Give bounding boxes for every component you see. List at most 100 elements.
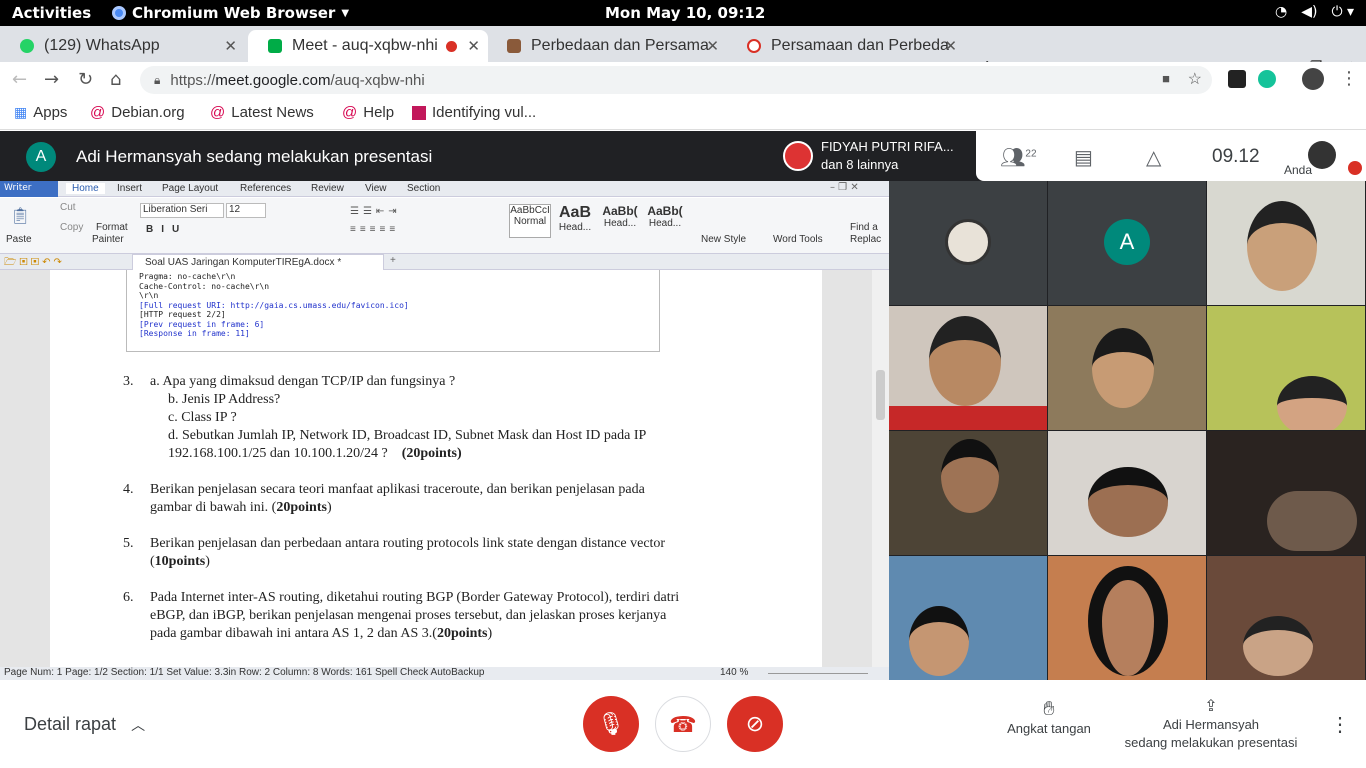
forward-icon[interactable]: → xyxy=(44,69,59,90)
active-speaker[interactable]: FIDYAH PUTRI RIFA... dan 8 lainnya xyxy=(775,131,975,181)
presenting-label-1: Adi Hermansyah xyxy=(1162,717,1260,732)
participant-tile[interactable] xyxy=(1207,181,1365,305)
zoom-slider[interactable] xyxy=(768,673,868,674)
size-select[interactable]: 12 xyxy=(226,203,266,218)
self-avatar xyxy=(1308,141,1336,169)
bookmark-apps[interactable]: ▦ Apps xyxy=(14,104,67,121)
clock[interactable]: Mon May 10, 09:12 xyxy=(605,4,765,22)
zoom-level[interactable]: 140 % xyxy=(720,667,748,678)
url-path: /auq-xqbw-nhi xyxy=(330,71,425,89)
menu-view[interactable]: View xyxy=(365,183,387,194)
address-bar[interactable]: 🔒︎ https://meet.google.com/auq-xqbw-nhi … xyxy=(140,66,1212,94)
url-prefix: https:// xyxy=(170,71,216,89)
participant-tile[interactable] xyxy=(889,181,1047,305)
paste-button[interactable]: Paste xyxy=(6,234,32,245)
home-icon[interactable]: ⌂ xyxy=(110,69,121,90)
style-normal[interactable]: AaBbCcI Normal xyxy=(509,204,551,238)
bookmark-help[interactable]: @ Help xyxy=(342,104,394,121)
format-painter-label-1[interactable]: Format xyxy=(96,222,128,233)
tab-whatsapp[interactable]: (129) WhatsApp ✕ xyxy=(0,30,245,62)
participant-tile[interactable]: A xyxy=(1048,181,1206,305)
participant-tile[interactable] xyxy=(1048,306,1206,430)
close-icon[interactable]: ✕ xyxy=(467,37,480,55)
raise-hand-label: Angkat tangan xyxy=(1007,721,1091,736)
style-heading-3[interactable]: AaBb(Head... xyxy=(644,204,686,238)
participant-tile[interactable] xyxy=(889,556,1047,680)
menu-icon[interactable]: ⋮ xyxy=(1340,68,1358,89)
menu-review[interactable]: Review xyxy=(311,183,344,194)
find-replace-label-1[interactable]: Find a xyxy=(850,222,878,233)
menu-references[interactable]: References xyxy=(240,183,291,194)
participant-tile[interactable] xyxy=(1207,306,1365,430)
word-tools-button[interactable]: Word Tools xyxy=(773,234,823,245)
presenting-button[interactable]: ⇪ Adi Hermansyah sedang melakukan presen… xyxy=(1118,698,1304,752)
close-icon[interactable]: ✕ xyxy=(944,37,957,55)
mic-toggle-button[interactable]: 🎙︎ xyxy=(583,696,639,752)
capture-line: [Prev request in frame: 6] xyxy=(139,319,265,329)
paragraph-tools-icon[interactable]: ☰☰⇤⇥ xyxy=(350,206,401,217)
participant-tile[interactable] xyxy=(1048,431,1206,555)
grammarly-icon[interactable] xyxy=(1258,70,1276,88)
tab-persamaan[interactable]: Persamaan dan Perbeda ✕ xyxy=(727,30,965,62)
close-icon[interactable]: ✕ xyxy=(224,37,237,55)
camera-toggle-button[interactable]: ⊘ xyxy=(727,696,783,752)
meeting-details-button[interactable]: Detail rapat ︿ xyxy=(24,714,145,735)
menu-home[interactable]: Home xyxy=(66,183,105,194)
menu-insert[interactable]: Insert xyxy=(117,183,142,194)
tab-meet[interactable]: Meet - auq-xqbw-nhi ✕ xyxy=(248,30,488,62)
bookmark-debian[interactable]: @ Debian.org xyxy=(90,104,185,121)
profile-avatar[interactable] xyxy=(1302,68,1324,90)
new-style-button[interactable]: New Style xyxy=(701,234,746,245)
participant-face xyxy=(941,439,999,513)
menu-section[interactable]: Section xyxy=(407,183,440,194)
people-icon[interactable]: 👥︎22 xyxy=(1000,145,1037,170)
more-options-icon[interactable]: ⋮ xyxy=(1330,712,1350,737)
camera-off-icon: ⊘ xyxy=(745,711,765,736)
chat-icon[interactable]: ▤ xyxy=(1074,145,1093,170)
camera-icon[interactable]: ■ xyxy=(1162,71,1170,86)
tab-perbedaan[interactable]: Perbedaan dan Persama ✕ xyxy=(487,30,727,62)
app-menu[interactable]: Chromium Web Browser ▼ xyxy=(112,4,349,22)
reload-icon[interactable]: ↻ xyxy=(78,69,93,90)
document-page[interactable]: Pragma: no-cache\r\n Cache-Control: no-c… xyxy=(50,270,822,667)
align-buttons-icon[interactable]: ≡≡≡≡≡ xyxy=(350,224,399,235)
format-painter-label-2[interactable]: Painter xyxy=(92,234,124,245)
raise-hand-button[interactable]: ✋︎ Angkat tangan xyxy=(1003,698,1095,736)
format-buttons-icon[interactable]: BIU xyxy=(146,224,187,235)
meet-top-right: 👥︎22 ▤ △ 09.12 Anda xyxy=(976,131,1366,181)
participant-tile[interactable] xyxy=(1207,556,1365,680)
system-tray[interactable]: ◔ ◀) ⏻ ▾ xyxy=(1275,4,1354,20)
writer-menu[interactable]: Writer xyxy=(0,181,58,197)
activities-button[interactable]: Activities xyxy=(12,4,91,22)
participant-tile[interactable] xyxy=(1207,431,1365,555)
wps-window-controls-icon[interactable]: – ❐ ✕ xyxy=(830,182,859,193)
style-heading-1[interactable]: AaB Head... xyxy=(554,204,596,238)
participant-tile[interactable] xyxy=(889,306,1047,430)
activities-icon[interactable]: △ xyxy=(1146,145,1161,170)
extension-icon[interactable] xyxy=(1228,70,1246,88)
meeting-time: 09.12 xyxy=(1212,146,1260,167)
bookmark-latest-news[interactable]: @ Latest News xyxy=(210,104,314,121)
participant-face xyxy=(1277,376,1347,430)
document-scrollbar[interactable] xyxy=(872,270,889,667)
leave-call-button[interactable]: ☎︎ xyxy=(655,696,711,752)
add-document-icon[interactable]: + xyxy=(390,255,396,266)
menu-page-layout[interactable]: Page Layout xyxy=(162,183,218,194)
find-replace-label-2[interactable]: Replac xyxy=(850,234,881,245)
document-tab[interactable]: Soal UAS Jaringan KomputerTIREgA.docx * xyxy=(132,254,384,270)
style-heading-2[interactable]: AaBb(Head... xyxy=(599,204,641,238)
capture-line: Pragma: no-cache\r\n xyxy=(139,272,236,281)
packet-capture-image: Pragma: no-cache\r\n Cache-Control: no-c… xyxy=(126,270,660,352)
star-icon[interactable]: ☆ xyxy=(1188,69,1202,89)
back-icon[interactable]: ← xyxy=(12,69,27,90)
participant-tile[interactable] xyxy=(889,431,1047,555)
participant-tile[interactable] xyxy=(1048,556,1206,680)
close-icon[interactable]: ✕ xyxy=(706,37,719,55)
tab-title: Perbedaan dan Persama xyxy=(531,37,709,54)
font-select[interactable]: Liberation Seri xyxy=(140,203,224,218)
cut-button[interactable]: Cut xyxy=(60,202,76,213)
bookmark-identifying[interactable]: Identifying vul... xyxy=(412,104,536,121)
copy-button[interactable]: Copy xyxy=(60,222,83,233)
chromium-icon xyxy=(112,6,126,20)
scroll-thumb[interactable] xyxy=(876,370,885,420)
